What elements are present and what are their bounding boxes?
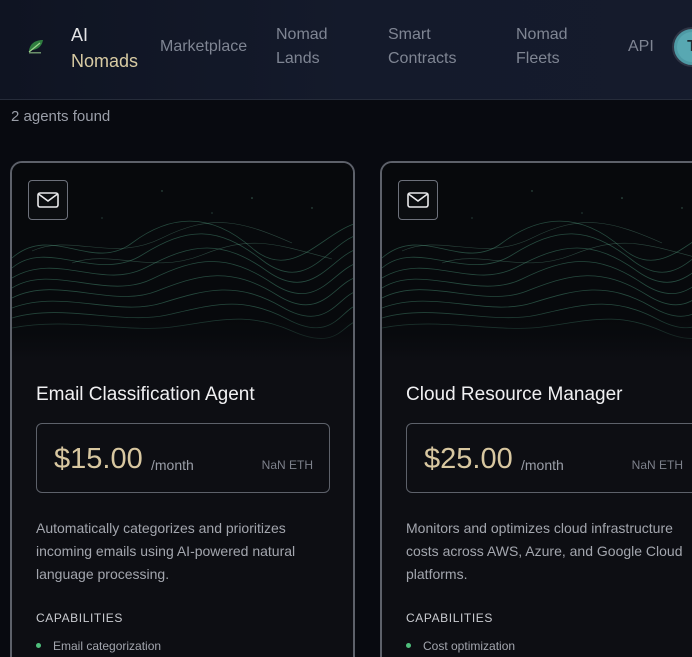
- agent-title[interactable]: Cloud Resource Manager: [406, 383, 623, 407]
- price-amount: $15.00: [54, 443, 143, 475]
- nav-label: Marketplace: [160, 38, 248, 55]
- capability-item: Cost optimization: [406, 638, 515, 654]
- price-box: $15.00 /month NaN ETH: [36, 423, 330, 493]
- nav-item-nomad-fleets[interactable]: Nomad Fleets: [516, 23, 568, 71]
- nav-label: Smart: [388, 26, 431, 43]
- brand-line-1: AI: [71, 25, 89, 45]
- agent-card[interactable]: Email Classification Agent $15.00 /month…: [10, 161, 355, 657]
- mail-button[interactable]: [28, 180, 68, 220]
- mail-button[interactable]: [398, 180, 438, 220]
- top-navigation-bar: AI Nomads Marketplace Nomad Lands Smart …: [0, 0, 692, 100]
- capabilities-heading: CAPABILITIES: [36, 611, 124, 625]
- nav-label: API: [628, 38, 654, 55]
- bullet-dot-icon: [36, 643, 41, 648]
- brand-line-2: Nomads: [71, 51, 139, 71]
- nav-label: Fleets: [516, 50, 560, 67]
- nav-item-nomad-lands[interactable]: Nomad Lands: [276, 23, 328, 71]
- nav-label: Nomad: [516, 26, 568, 43]
- capability-label: Email categorization: [53, 639, 162, 653]
- brand-name[interactable]: AI Nomads: [71, 22, 138, 74]
- nav-item-smart-contracts[interactable]: Smart Contracts: [388, 23, 456, 71]
- nav-label: Contracts: [388, 50, 457, 67]
- agent-title[interactable]: Email Classification Agent: [36, 383, 255, 407]
- agent-description: Monitors and optimizes cloud infrastruct…: [406, 520, 683, 582]
- nav-item-api[interactable]: API: [628, 35, 654, 59]
- user-avatar[interactable]: T: [672, 27, 692, 67]
- results-count: 2 agents found: [11, 108, 111, 125]
- card-hero-image: [382, 163, 692, 358]
- avatar-initial: T: [677, 32, 692, 62]
- bullet-dot-icon: [406, 643, 411, 648]
- nav-label: Lands: [276, 50, 320, 67]
- nav-item-marketplace[interactable]: Marketplace: [160, 35, 247, 59]
- capabilities-heading: CAPABILITIES: [406, 611, 494, 625]
- price-box: $25.00 /month NaN ETH: [406, 423, 692, 493]
- price-period: /month: [151, 457, 194, 473]
- capability-item: Email categorization: [36, 638, 161, 654]
- price-eth: NaN ETH: [261, 458, 313, 472]
- price-amount: $25.00: [424, 443, 513, 475]
- leaf-logo-icon[interactable]: [26, 36, 46, 56]
- capability-label: Cost optimization: [423, 639, 516, 653]
- card-hero-image: [12, 163, 353, 358]
- nav-label: Nomad: [276, 26, 328, 43]
- price-period: /month: [521, 457, 564, 473]
- agent-card[interactable]: Cloud Resource Manager $25.00 /month NaN…: [380, 161, 692, 657]
- price-eth: NaN ETH: [631, 458, 683, 472]
- agent-description: Automatically categorizes and prioritize…: [36, 520, 296, 582]
- mail-icon: [407, 192, 429, 208]
- mail-icon: [37, 192, 59, 208]
